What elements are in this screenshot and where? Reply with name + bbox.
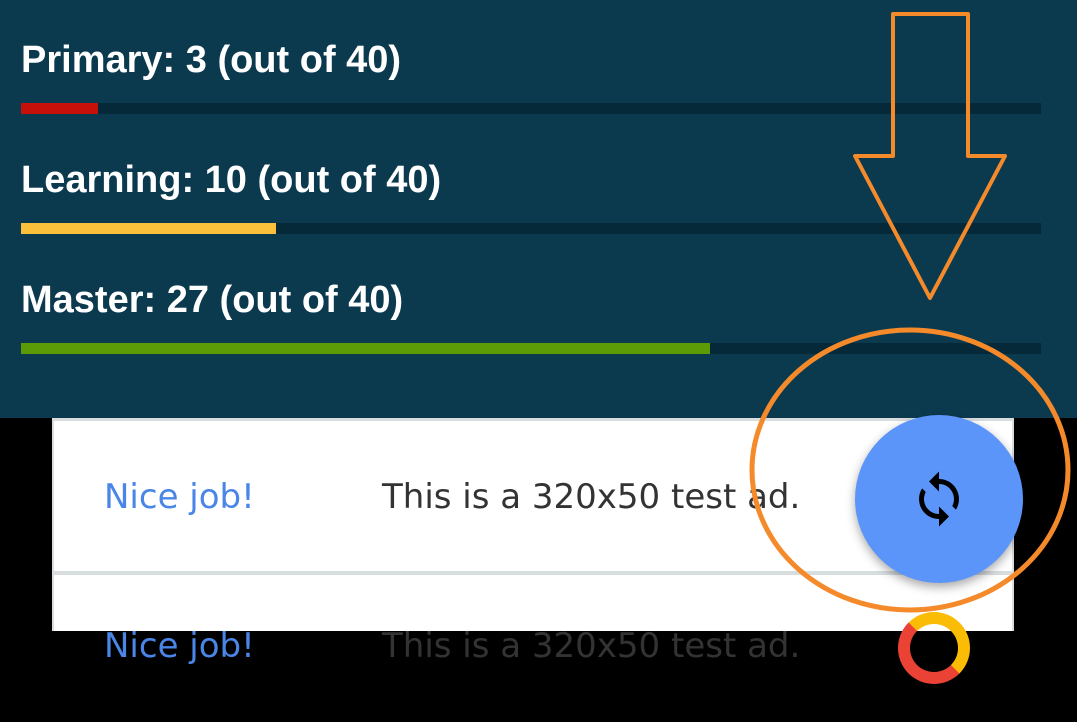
primary-progress-bar	[21, 103, 1041, 114]
ad-banner[interactable]: Nice job! This is a 320x50 test ad.	[54, 572, 1012, 722]
master-progress-fill	[21, 343, 710, 354]
ad-body-text[interactable]: This is a 320x50 test ad.	[382, 477, 800, 517]
refresh-button[interactable]	[855, 415, 1023, 583]
stats-panel: Primary: 3 (out of 40) Learning: 10 (out…	[0, 0, 1077, 418]
ad-headline[interactable]: Nice job!	[104, 477, 255, 517]
ad-logo-icon	[898, 612, 970, 684]
ad-headline[interactable]: Nice job!	[104, 626, 255, 666]
refresh-icon	[919, 471, 959, 527]
primary-progress-fill	[21, 103, 98, 114]
learning-progress-fill	[21, 223, 276, 234]
learning-progress-bar	[21, 223, 1041, 234]
master-stat-label: Master: 27 (out of 40)	[21, 279, 404, 321]
master-progress-bar	[21, 343, 1041, 354]
primary-stat-label: Primary: 3 (out of 40)	[21, 39, 402, 81]
learning-stat-label: Learning: 10 (out of 40)	[21, 159, 442, 201]
ad-body-text[interactable]: This is a 320x50 test ad.	[382, 626, 800, 666]
